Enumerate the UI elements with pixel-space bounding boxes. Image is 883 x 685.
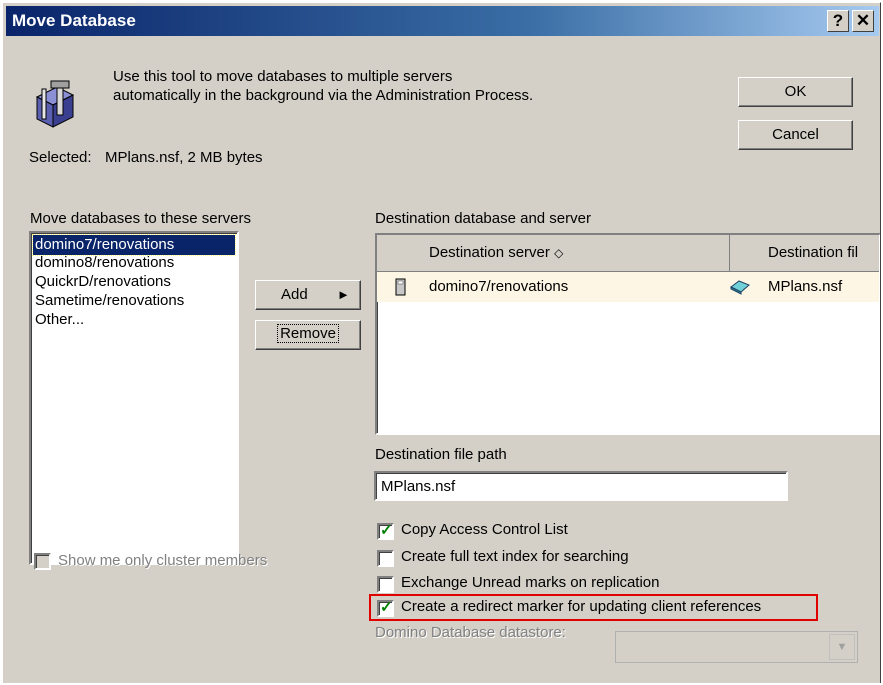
datastore-label: Domino Database datastore: [375, 624, 566, 641]
intro-line-2: automatically in the background via the … [113, 87, 534, 104]
unread-marks-checkbox[interactable] [377, 576, 394, 593]
cancel-button[interactable]: Cancel [738, 120, 853, 150]
server-item-sametime[interactable]: Sametime/renovations [33, 291, 235, 311]
help-button[interactable]: ? [827, 10, 849, 32]
selected-value: MPlans.nsf, 2 MB bytes [105, 149, 263, 166]
copy-acl-label: Copy Access Control List [401, 521, 568, 538]
redirect-marker-checkbox[interactable]: ✓ [377, 599, 394, 617]
servers-list-label: Move databases to these servers [30, 210, 251, 227]
column-divider [729, 235, 730, 271]
remove-button[interactable]: Remove [255, 320, 361, 350]
datastore-select[interactable]: ▼ [615, 631, 858, 663]
cluster-only-label: Show me only cluster members [58, 552, 268, 569]
server-item-domino7[interactable]: domino7/renovations [32, 234, 236, 256]
arrow-right-icon: ► [337, 287, 350, 302]
title-bar: Move Database ? ✕ [6, 6, 879, 36]
row-file: MPlans.nsf [768, 278, 843, 295]
unread-marks-label: Exchange Unread marks on replication [401, 574, 660, 591]
ok-button[interactable]: OK [738, 77, 853, 107]
row-server: domino7/renovations [429, 278, 569, 295]
checkmark-icon: ✓ [380, 599, 393, 616]
window-title: Move Database [12, 11, 136, 30]
file-path-input[interactable]: MPlans.nsf [374, 471, 788, 501]
selected-label: Selected: [29, 149, 92, 166]
destination-table[interactable]: Destination server ◇ Destination fil dom… [375, 233, 880, 435]
cluster-only-checkbox[interactable] [34, 553, 51, 570]
intro-line-1: Use this tool to move databases to multi… [113, 68, 453, 85]
sort-icon: ◇ [554, 246, 564, 260]
column-destination-server[interactable]: Destination server ◇ [429, 244, 563, 261]
chevron-down-icon[interactable]: ▼ [829, 634, 855, 660]
table-header: Destination server ◇ Destination fil [377, 235, 879, 272]
full-text-index-checkbox[interactable] [377, 550, 394, 567]
database-tool-icon [35, 80, 75, 128]
destination-label: Destination database and server [375, 210, 591, 227]
table-row[interactable]: domino7/renovations MPlans.nsf [377, 272, 879, 302]
server-item-other[interactable]: Other... [33, 310, 235, 330]
server-item-quickrd[interactable]: QuickrD/renovations [33, 272, 235, 292]
database-icon [730, 280, 750, 295]
add-button[interactable]: Add ► [255, 280, 361, 310]
close-button[interactable]: ✕ [852, 10, 874, 32]
column-destination-file[interactable]: Destination fil [768, 244, 858, 261]
redirect-marker-label: Create a redirect marker for updating cl… [401, 598, 762, 615]
remove-button-label: Remove [277, 324, 339, 343]
add-button-label: Add [281, 286, 308, 303]
server-item-domino8[interactable]: domino8/renovations [33, 253, 235, 273]
servers-list[interactable]: domino7/renovations domino8/renovations … [29, 231, 239, 565]
file-path-label: Destination file path [375, 446, 507, 463]
server-icon [395, 278, 406, 296]
copy-acl-checkbox[interactable]: ✓ [377, 522, 394, 540]
full-text-index-label: Create full text index for searching [401, 548, 629, 565]
move-database-dialog: Move Database ? ✕ Use this tool to move … [2, 2, 881, 683]
checkmark-icon: ✓ [380, 522, 393, 539]
